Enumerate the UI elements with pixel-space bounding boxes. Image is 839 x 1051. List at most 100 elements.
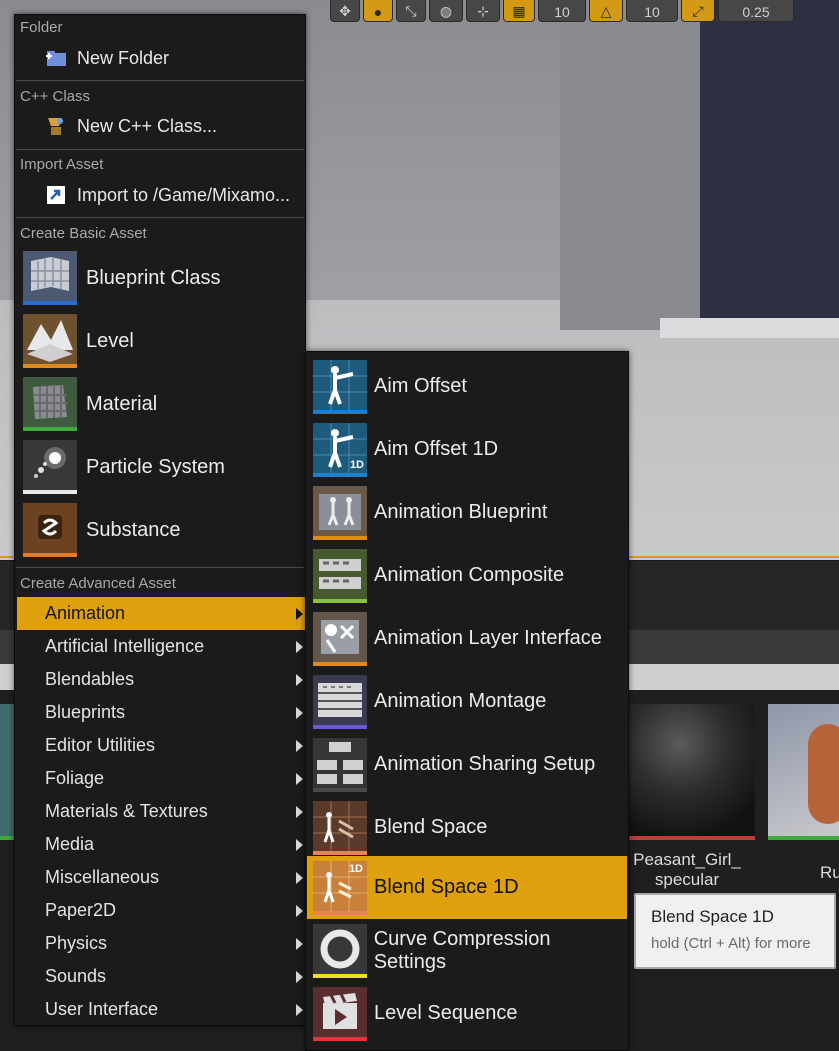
category-media[interactable]: Media <box>17 828 305 861</box>
blend-space-1d-label: Blend Space 1D <box>374 876 519 898</box>
animation-layer-interface-icon <box>313 611 367 666</box>
category-editor-utilities[interactable]: Editor Utilities <box>17 729 305 762</box>
category-blueprints-label: Blueprints <box>45 702 126 722</box>
cpp-class-icon <box>43 113 69 139</box>
aim-offset-1d-item[interactable]: 1D Aim Offset 1D <box>307 418 627 481</box>
section-header-create-advanced-asset: Create Advanced Asset <box>20 575 176 592</box>
new-cpp-class-item[interactable]: New C++ Class... <box>17 111 303 141</box>
material-item[interactable]: Material <box>17 374 303 434</box>
content-browser-context-menu: Folder New Folder C++ Class New C++ Clas… <box>14 14 306 1026</box>
section-header-cpp-class: C++ Class <box>20 88 91 105</box>
asset-thumbnail-left[interactable] <box>0 704 14 840</box>
curve-compression-settings-label: Curve Compression Settings <box>373 927 551 973</box>
particle-color-bar <box>23 490 77 494</box>
category-paper2d[interactable]: Paper2D <box>17 894 305 927</box>
submenu-arrow-icon <box>296 805 303 818</box>
grid-snap-toggle[interactable]: ▦ <box>503 0 535 22</box>
badge-1d: 1D <box>349 458 364 471</box>
category-sounds[interactable]: Sounds <box>17 960 305 993</box>
submenu-arrow-icon <box>296 607 303 620</box>
category-foliage[interactable]: Foliage <box>17 762 305 795</box>
rotate-tool-button[interactable]: ● <box>363 0 393 22</box>
tooltip-blend-space-1d: Blend Space 1D hold (Ctrl + Alt) for mor… <box>634 893 836 969</box>
category-blendables-label: Blendables <box>45 669 135 689</box>
tooltip-hint: hold (Ctrl + Alt) for more <box>651 935 811 952</box>
category-materials-textures[interactable]: Materials & Textures <box>17 795 305 828</box>
import-asset-item[interactable]: Import to /Game/Mixamo... <box>17 180 303 210</box>
menu-separator <box>16 80 304 81</box>
level-icon <box>23 314 77 368</box>
curve-compression-icon <box>313 923 367 978</box>
category-animation-label: Animation <box>45 603 126 623</box>
animation-blueprint-color-bar <box>313 535 367 540</box>
level-label: Level <box>86 329 134 352</box>
aim-offset-1d-label: Aim Offset 1D <box>374 438 499 460</box>
rotation-snap-toggle[interactable]: △ <box>589 0 623 22</box>
substance-item[interactable]: Substance <box>17 500 303 560</box>
animation-composite-label: Animation Composite <box>374 564 565 586</box>
layer-interface-color-bar <box>313 661 367 666</box>
scale-snap-value-text: 0.25 <box>742 4 770 20</box>
new-folder-item[interactable]: New Folder <box>17 43 303 73</box>
category-physics[interactable]: Physics <box>17 927 305 960</box>
category-blueprints[interactable]: Blueprints <box>17 696 305 729</box>
asset-thumbnail-peasant-girl-specular[interactable] <box>629 704 755 840</box>
category-animation[interactable]: Animation <box>17 597 305 630</box>
category-artificial-intelligence-label: Artificial Intelligence <box>45 636 205 656</box>
asset-label-ru: Ru <box>820 863 839 882</box>
blend-space-icon <box>313 800 367 855</box>
translate-icon: ✥ <box>339 3 351 19</box>
blend-space-label: Blend Space <box>374 816 488 838</box>
new-cpp-class-label: New C++ Class... <box>77 115 218 136</box>
category-blendables[interactable]: Blendables <box>17 663 305 696</box>
blend-space-color-bar <box>313 850 367 855</box>
particle-system-item[interactable]: Particle System <box>17 437 303 497</box>
rotation-snap-value[interactable]: 10 <box>626 0 678 22</box>
menu-separator <box>16 217 304 218</box>
animation-blueprint-item[interactable]: Animation Blueprint <box>307 481 627 544</box>
animation-blueprint-label: Animation Blueprint <box>374 501 548 523</box>
tooltip-title: Blend Space 1D <box>651 907 774 926</box>
level-sequence-item[interactable]: Level Sequence <box>307 982 627 1045</box>
animation-composite-item[interactable]: Animation Composite <box>307 544 627 607</box>
animation-layer-interface-item[interactable]: Animation Layer Interface <box>307 607 627 670</box>
category-miscellaneous[interactable]: Miscellaneous <box>17 861 305 894</box>
world-space-button[interactable]: ◍ <box>429 0 463 22</box>
curve-compression-color-bar <box>313 973 367 978</box>
scale-tool-button[interactable]: ⤡ <box>396 0 426 22</box>
aim-offset-icon <box>313 359 367 414</box>
submenu-arrow-icon <box>296 904 303 917</box>
animation-sharing-setup-item[interactable]: Animation Sharing Setup <box>307 733 627 796</box>
animation-montage-label: Animation Montage <box>374 690 547 712</box>
sharing-setup-color-bar <box>313 787 367 792</box>
asset-thumbnail-ru[interactable] <box>768 704 839 840</box>
aim-offset-item[interactable]: Aim Offset <box>307 355 627 418</box>
translate-tool-button[interactable]: ✥ <box>330 0 360 22</box>
grid-snap-value[interactable]: 10 <box>538 0 586 22</box>
curve-compression-settings-item[interactable]: Curve Compression Settings <box>307 919 627 982</box>
category-user-interface[interactable]: User Interface <box>17 993 305 1026</box>
category-artificial-intelligence[interactable]: Artificial Intelligence <box>17 630 305 663</box>
blend-space-1d-item[interactable]: 1D Blend Space 1D <box>307 856 627 919</box>
animation-montage-item[interactable]: Animation Montage <box>307 670 627 733</box>
surface-snap-button[interactable]: ⊹ <box>466 0 500 22</box>
category-miscellaneous-label: Miscellaneous <box>45 867 160 887</box>
grid-icon: ▦ <box>512 3 526 19</box>
category-sounds-label: Sounds <box>45 966 107 986</box>
composite-color-bar <box>313 598 367 603</box>
blend-space-item[interactable]: Blend Space <box>307 796 627 859</box>
section-header-import-asset: Import Asset <box>20 156 104 173</box>
blueprint-color-bar <box>23 301 77 305</box>
submenu-arrow-icon <box>296 871 303 884</box>
new-folder-label: New Folder <box>77 47 170 68</box>
blueprint-class-item[interactable]: Blueprint Class <box>17 248 303 308</box>
particle-system-label: Particle System <box>86 455 225 478</box>
scale-snap-value[interactable]: 0.25 <box>718 0 794 22</box>
submenu-arrow-icon <box>296 673 303 686</box>
level-item[interactable]: Level <box>17 311 303 371</box>
submenu-arrow-icon <box>296 937 303 950</box>
grid-snap-value-text: 10 <box>554 4 570 20</box>
scale-snap-toggle[interactable]: ⤢ <box>681 0 715 22</box>
animation-layer-interface-label: Animation Layer Interface <box>374 627 602 649</box>
submenu-arrow-icon <box>296 706 303 719</box>
